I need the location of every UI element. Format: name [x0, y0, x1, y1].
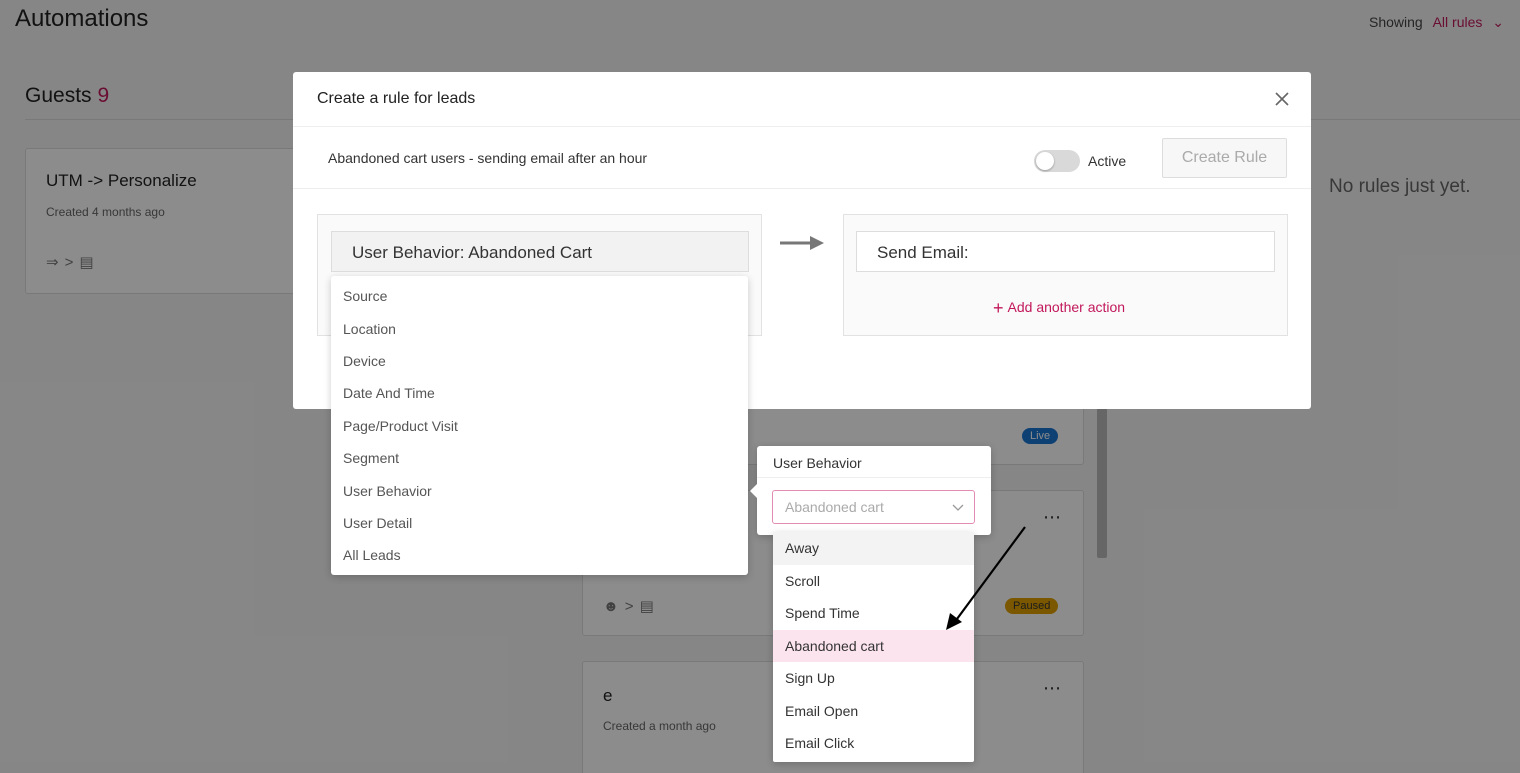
create-rule-button[interactable]: Create Rule	[1162, 138, 1287, 178]
user-behavior-popover: User Behavior Abandoned cart	[750, 446, 991, 535]
option-email-open[interactable]: Email Open	[773, 695, 974, 728]
category-item-all-leads[interactable]: All Leads	[331, 539, 748, 571]
add-action-button[interactable]: + Add another action	[993, 298, 1125, 319]
popover-title: User Behavior	[773, 455, 862, 471]
close-icon[interactable]	[1273, 90, 1291, 108]
toggle-knob	[1036, 152, 1054, 170]
divider	[293, 188, 1311, 189]
option-email-click[interactable]: Email Click	[773, 727, 974, 760]
rule-name[interactable]: Abandoned cart users - sending email aft…	[328, 150, 647, 166]
option-spend-time[interactable]: Spend Time	[773, 597, 974, 630]
option-scroll[interactable]: Scroll	[773, 565, 974, 598]
category-item-date-time[interactable]: Date And Time	[331, 377, 748, 409]
category-item-source[interactable]: Source	[331, 280, 748, 312]
option-away[interactable]: Away	[773, 532, 974, 565]
add-action-label: Add another action	[1007, 299, 1126, 315]
category-item-user-detail[interactable]: User Detail	[331, 507, 748, 539]
category-item-page-visit[interactable]: Page/Product Visit	[331, 410, 748, 442]
category-item-location[interactable]: Location	[331, 312, 748, 344]
modal-header: Create a rule for leads	[293, 72, 1311, 127]
active-toggle[interactable]	[1034, 150, 1080, 172]
behavior-options-list: Away Scroll Spend Time Abandoned cart Si…	[773, 532, 974, 762]
divider	[757, 477, 991, 478]
plus-icon: +	[993, 298, 1004, 318]
modal-title: Create a rule for leads	[317, 90, 476, 107]
category-item-segment[interactable]: Segment	[331, 442, 748, 474]
condition-field[interactable]: User Behavior: Abandoned Cart	[331, 231, 749, 272]
action-field[interactable]: Send Email:	[856, 231, 1275, 272]
chevron-down-icon	[952, 504, 964, 511]
category-item-device[interactable]: Device	[331, 345, 748, 377]
option-abandoned-cart[interactable]: Abandoned cart	[773, 629, 974, 662]
category-item-user-behavior[interactable]: User Behavior	[331, 474, 748, 506]
behavior-select[interactable]: Abandoned cart	[772, 490, 975, 524]
arrow-right-icon	[780, 236, 824, 250]
option-sign-up[interactable]: Sign Up	[773, 662, 974, 695]
condition-category-menu: Source Location Device Date And Time Pag…	[331, 276, 748, 575]
active-label: Active	[1088, 153, 1127, 169]
behavior-select-value: Abandoned cart	[785, 499, 884, 515]
